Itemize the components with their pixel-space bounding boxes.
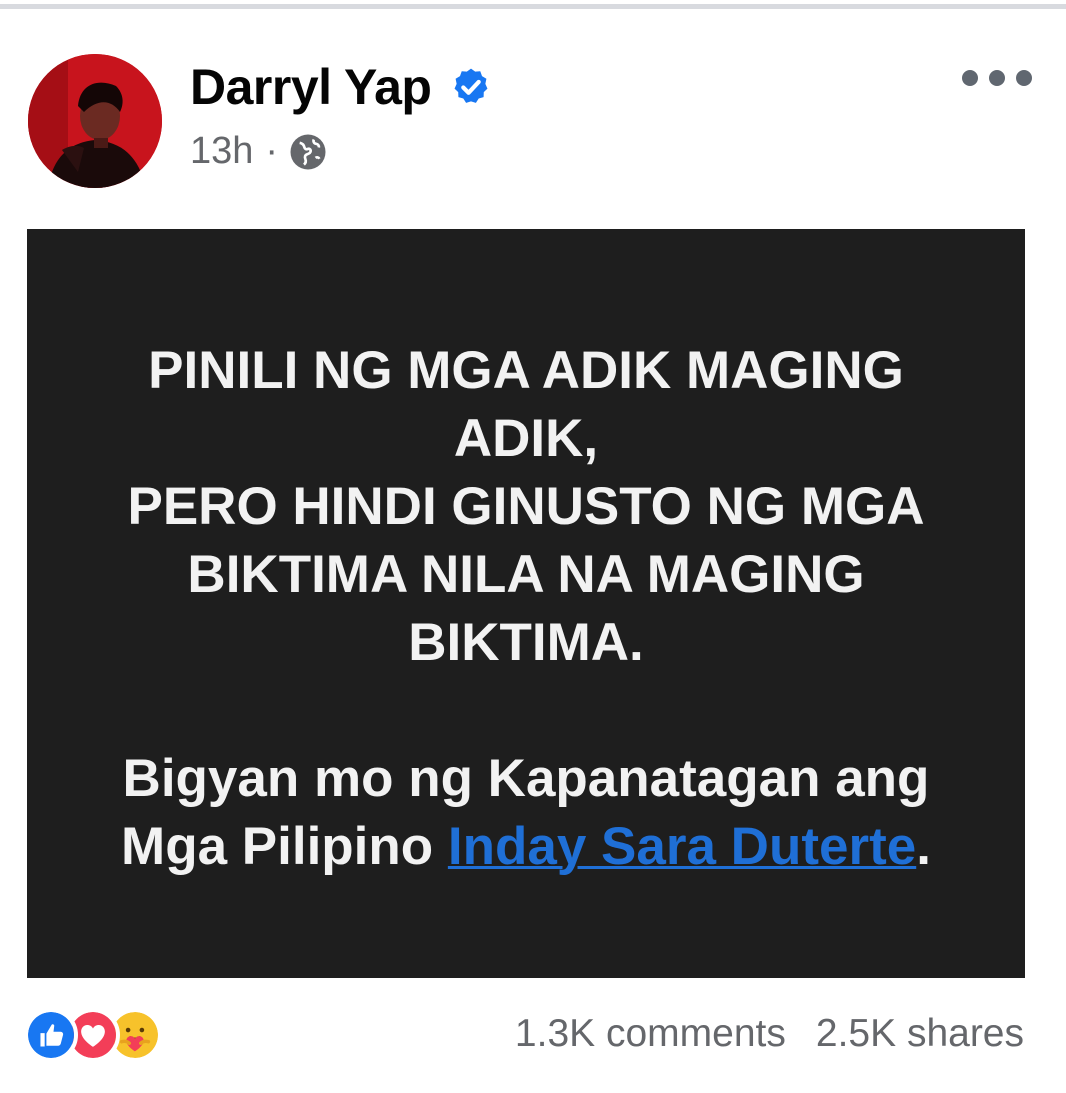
- avatar[interactable]: [28, 54, 162, 188]
- post-text-line: PERO HINDI GINUSTO NG MGA: [127, 477, 925, 536]
- text-post-card[interactable]: PINILI NG MGA ADIK MAGING ADIK, PERO HIN…: [27, 229, 1025, 978]
- post-text-line: ADIK,: [453, 409, 599, 468]
- post-text: PINILI NG MGA ADIK MAGING ADIK, PERO HIN…: [87, 337, 965, 881]
- reaction-summary[interactable]: [24, 1002, 194, 1062]
- post-timestamp[interactable]: 13h: [190, 130, 253, 173]
- post-text-line: BIKTIMA.: [408, 613, 644, 672]
- engagement-counts: 1.3K comments 2.5K shares: [515, 1012, 1024, 1056]
- post-text-line: PINILI NG MGA ADIK MAGING: [148, 341, 904, 400]
- post-text-line: Bigyan mo ng Kapanatagan ang: [122, 749, 930, 808]
- post-text-line: BIKTIMA NILA NA MAGING: [187, 545, 865, 604]
- author-name[interactable]: Darryl Yap: [190, 58, 432, 116]
- post-text-suffix: .: [916, 817, 931, 876]
- avatar-photo: [28, 54, 162, 188]
- like-reaction-icon: [24, 1008, 78, 1062]
- verified-badge-icon: [454, 68, 488, 103]
- more-options-icon[interactable]: [962, 62, 1032, 94]
- tagged-person-link[interactable]: Inday Sara Duterte: [448, 817, 916, 876]
- more-dot: [1016, 70, 1032, 86]
- post-meta: 13h ·: [190, 130, 328, 173]
- post-text-line-with-tag: Mga Pilipino Inday Sara Duterte.: [87, 813, 965, 881]
- more-dot: [962, 70, 978, 86]
- globe-icon[interactable]: [288, 132, 328, 172]
- more-dot: [989, 70, 1005, 86]
- comments-count[interactable]: 1.3K comments: [515, 1012, 786, 1056]
- feed-post: Darryl Yap 13h · PINILI NG MGA ADIK MAGI…: [0, 0, 1066, 1093]
- shares-count[interactable]: 2.5K shares: [816, 1012, 1024, 1056]
- post-text-prefix: Mga Pilipino: [121, 817, 448, 876]
- meta-separator: ·: [265, 130, 279, 172]
